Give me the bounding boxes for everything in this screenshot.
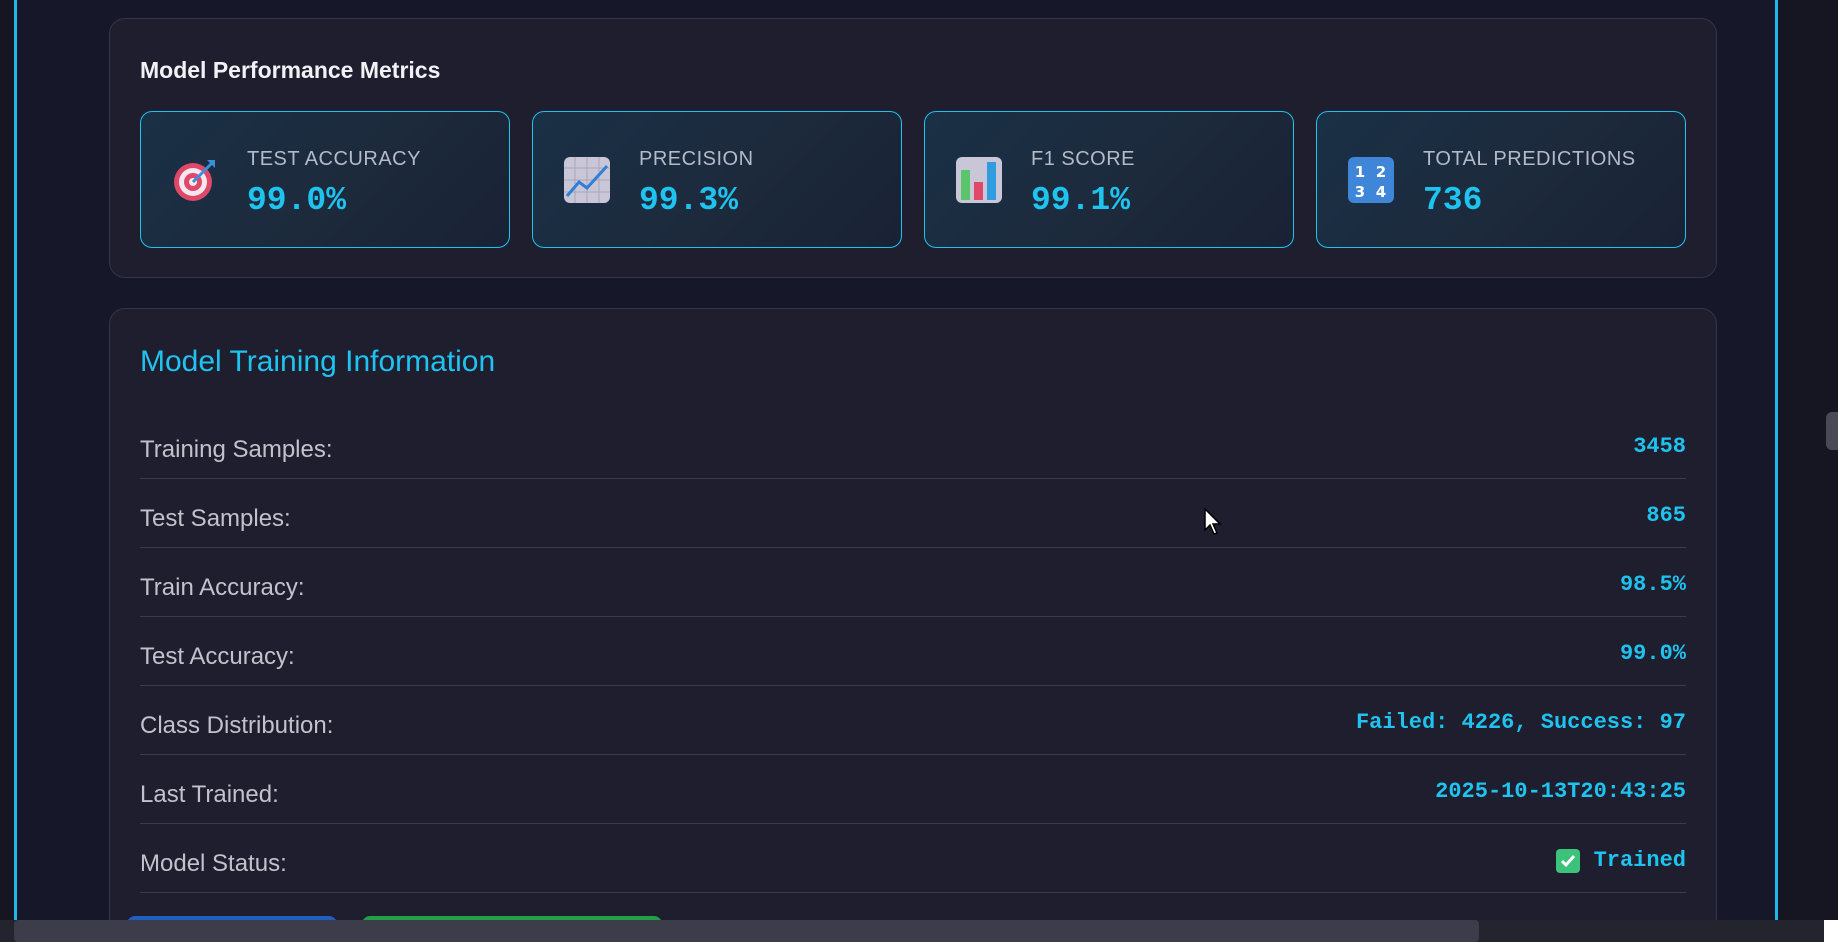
info-row-model-status: Model Status: Trained (140, 824, 1686, 893)
info-row-value: 98.5% (1619, 572, 1686, 597)
main-content: Model Performance Metrics TEST ACCURACY … (17, 0, 1775, 942)
info-row-key: Training Samples: (140, 436, 333, 463)
metric-label: TOTAL PREDICTIONS (1423, 148, 1636, 170)
metric-f1-score: F1 SCORE 99.1% (924, 111, 1294, 248)
metric-value: 99.0% (247, 182, 347, 219)
horizontal-scrollbar-thumb[interactable] (14, 920, 1479, 942)
model-status-value: Trained (1555, 848, 1686, 873)
info-row-key: Model Status: (140, 850, 287, 877)
frame-border-right (1775, 0, 1778, 920)
metric-label: PRECISION (639, 148, 754, 170)
svg-text:4: 4 (1376, 183, 1386, 201)
metrics-card-title: Model Performance Metrics (140, 57, 441, 83)
info-row-value: 3458 (1633, 434, 1686, 459)
scrollbar-corner (1824, 920, 1838, 942)
metric-value: 99.1% (1031, 182, 1131, 219)
chart-increasing-icon (564, 157, 610, 203)
info-row-key: Train Accuracy: (140, 574, 305, 601)
bar-chart-icon (956, 157, 1002, 203)
info-row-key: Test Accuracy: (140, 643, 295, 670)
training-info-card: Model Training Information Training Samp… (109, 308, 1717, 942)
metric-value: 736 (1423, 182, 1483, 219)
vertical-scrollbar-thumb[interactable] (1826, 412, 1838, 450)
svg-text:1: 1 (1355, 163, 1365, 181)
info-row-value: Failed: 4226, Success: 97 (1355, 710, 1686, 735)
check-mark-icon (1555, 848, 1580, 873)
info-row-training-samples: Training Samples: 3458 (140, 410, 1686, 479)
numbers-icon: 1 2 3 4 (1348, 157, 1394, 203)
svg-text:3: 3 (1355, 183, 1365, 201)
info-row-test-accuracy: Test Accuracy: 99.0% (140, 617, 1686, 686)
info-row-test-samples: Test Samples: 865 (140, 479, 1686, 548)
info-row-class-distribution: Class Distribution: Failed: 4226, Succes… (140, 686, 1686, 755)
info-row-value: 2025-10-13T20:43:25 (1435, 779, 1686, 804)
model-status-text: Trained (1593, 848, 1686, 873)
info-row-key: Test Samples: (140, 505, 291, 532)
metric-label: F1 SCORE (1031, 148, 1136, 170)
metric-value: 99.3% (639, 182, 739, 219)
info-row-value: 865 (1646, 503, 1686, 528)
info-row-train-accuracy: Train Accuracy: 98.5% (140, 548, 1686, 617)
info-row-value: 99.0% (1619, 641, 1686, 666)
performance-metrics-card: Model Performance Metrics TEST ACCURACY … (109, 18, 1717, 278)
target-icon (174, 160, 215, 201)
info-card-title: Model Training Information (140, 345, 496, 378)
svg-text:2: 2 (1376, 163, 1386, 181)
metric-total-predictions: 1 2 3 4 TOTAL PREDICTIONS 736 (1316, 111, 1686, 248)
metric-test-accuracy: TEST ACCURACY 99.0% (140, 111, 510, 248)
info-row-key: Class Distribution: (140, 712, 334, 739)
info-row-last-trained: Last Trained: 2025-10-13T20:43:25 (140, 755, 1686, 824)
metric-label: TEST ACCURACY (247, 148, 421, 170)
info-row-key: Last Trained: (140, 781, 279, 808)
mouse-cursor-icon (1204, 508, 1222, 535)
metric-precision: PRECISION 99.3% (532, 111, 902, 248)
